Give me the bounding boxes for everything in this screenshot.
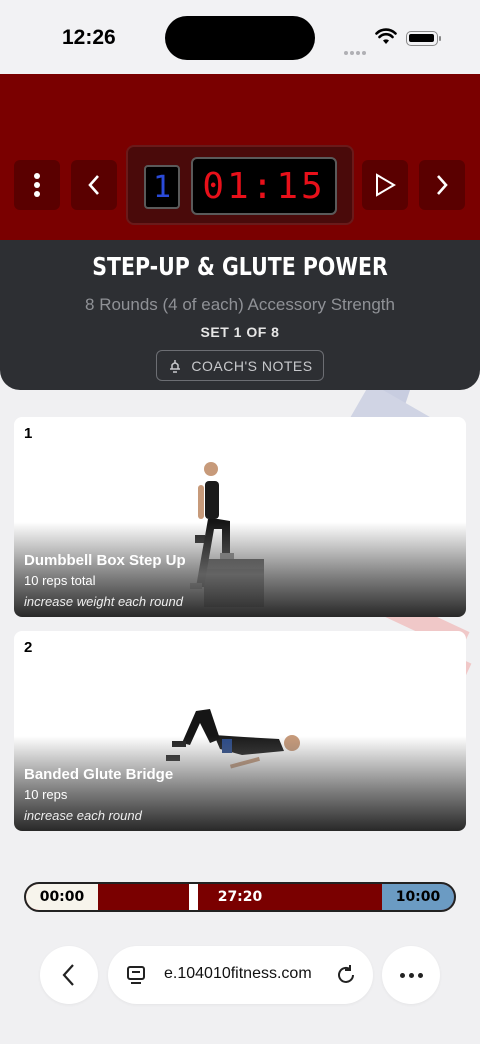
battery-icon: [406, 31, 441, 46]
chevron-left-icon: [88, 175, 99, 195]
coach-notes-button[interactable]: COACH'S NOTES: [156, 350, 324, 381]
progress-end-time: 10:00: [382, 884, 454, 910]
round-counter: 1: [144, 165, 180, 209]
play-button[interactable]: [362, 160, 408, 210]
status-time: 12:26: [62, 26, 116, 49]
exercise-note: increase each round: [24, 808, 142, 823]
cellular-signal-icon: [344, 42, 368, 60]
coach-notes-label: COACH'S NOTES: [191, 357, 313, 374]
clock-display: 01:15: [191, 157, 337, 215]
workout-title: STEP-UP & GLUTE POWER: [92, 252, 388, 281]
exercise-reps: 10 reps: [24, 787, 68, 802]
more-vertical-icon: [34, 173, 40, 197]
status-bar: 12:26: [0, 0, 480, 74]
chevron-right-icon: [437, 175, 448, 195]
tab-overview-icon[interactable]: [126, 965, 148, 985]
exercise-reps: 10 reps total: [24, 573, 96, 588]
exercise-name: Banded Glute Bridge: [24, 766, 174, 783]
play-icon: [376, 173, 396, 197]
previous-button[interactable]: [71, 160, 117, 210]
back-arrow-icon: [62, 964, 74, 986]
timer-display: 1 01:15: [126, 145, 354, 225]
dynamic-island: [165, 16, 315, 60]
menu-button[interactable]: [14, 160, 60, 210]
progress-start-time: 00:00: [26, 884, 98, 910]
reload-icon[interactable]: [335, 964, 357, 986]
exercise-number: 1: [24, 425, 33, 442]
exercise-note: increase weight each round: [24, 594, 183, 609]
timer-header: 1 01:15: [0, 74, 480, 240]
set-label: SET 1 OF 8: [200, 324, 280, 340]
exercise-card[interactable]: 2 Banded Glute Bridge 10 reps increase e…: [14, 631, 466, 831]
progress-handle[interactable]: [189, 884, 198, 910]
exercise-card[interactable]: 1 Dumbbell Box Step Up 10 reps total inc…: [14, 417, 466, 617]
exercise-name: Dumbbell Box Step Up: [24, 552, 186, 569]
address-bar[interactable]: e.104010fitness.com: [108, 946, 373, 1004]
browser-more-button[interactable]: [382, 946, 440, 1004]
more-horizontal-icon: [399, 972, 405, 978]
next-button[interactable]: [419, 160, 465, 210]
workout-progress-bar[interactable]: 27:20 00:00 10:00: [24, 882, 456, 912]
url-text: e.104010fitness.com: [164, 965, 312, 982]
workout-subtitle: 8 Rounds (4 of each) Accessory Strength: [85, 295, 395, 314]
exercise-number: 2: [24, 639, 33, 656]
whistle-icon: [170, 359, 181, 373]
wifi-icon: [375, 28, 397, 44]
browser-back-button[interactable]: [40, 946, 98, 1004]
workout-info-panel: STEP-UP & GLUTE POWER 8 Rounds (4 of eac…: [0, 240, 480, 390]
